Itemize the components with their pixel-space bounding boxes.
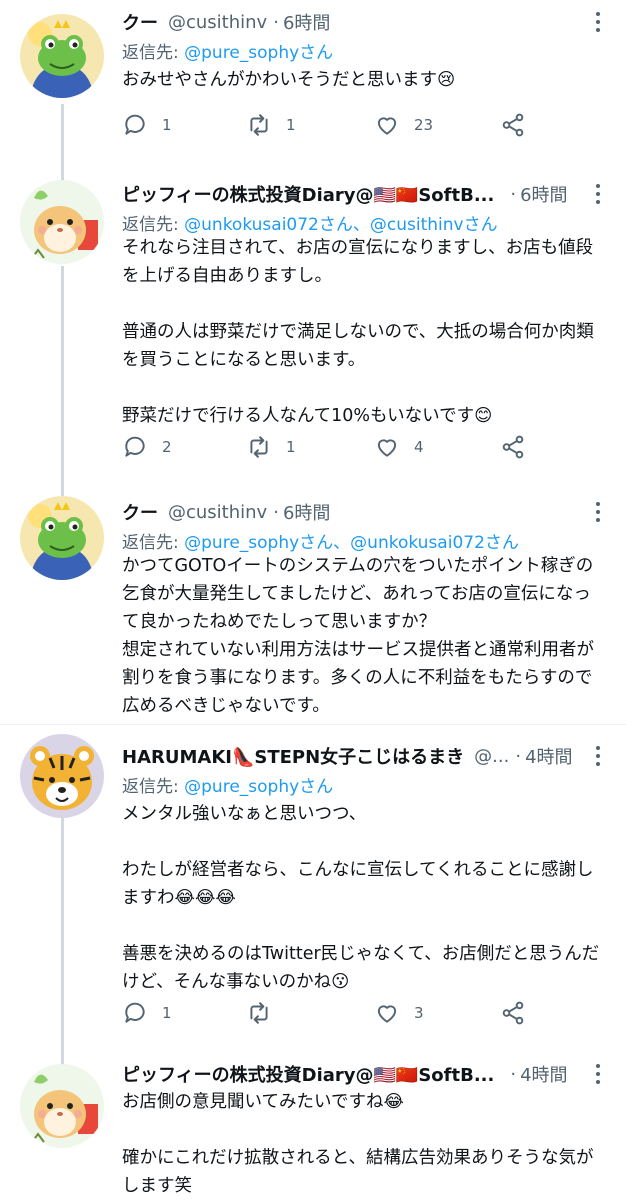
tweet[interactable]: クー @cusithinv · 6時間 返信先: @pure_sophyさん お…	[0, 0, 626, 170]
reply-count: 2	[162, 438, 172, 456]
more-options-icon[interactable]	[592, 182, 604, 206]
reply-prefix: 返信先:	[122, 43, 185, 63]
reply-icon	[125, 1002, 145, 1023]
like-count: 3	[414, 1004, 424, 1022]
hamster-avatar[interactable]	[20, 180, 104, 264]
display-name[interactable]: HARUMAKI👠STEPN女子こじはるまき	[122, 743, 464, 769]
timestamp[interactable]: 4時間	[520, 1061, 567, 1087]
reply-icon	[125, 114, 145, 135]
tweet[interactable]: クー @cusithinv · 6時間 返信先: @pure_sophyさん、@…	[0, 490, 626, 720]
tiger-avatar[interactable]	[20, 734, 104, 818]
conversation-divider	[0, 724, 626, 725]
reply-button[interactable]: 1	[122, 996, 172, 1030]
like-button[interactable]: 4	[374, 430, 424, 464]
reply-prefix: 返信先:	[122, 533, 185, 553]
share-button[interactable]	[500, 108, 540, 142]
display-name[interactable]: ピッフィーの株式投資Diary@🇺🇸🇨🇳SoftB...	[122, 181, 494, 207]
action-bar: 1 3	[122, 996, 532, 1030]
reply-count: 1	[162, 116, 172, 134]
reply-to: 返信先: @unkokusai072さん、@cusithinvさん	[122, 210, 498, 235]
heart-icon	[377, 117, 397, 135]
reply-to: 返信先: @pure_sophyさん	[122, 772, 333, 797]
action-bar: 1 1 23	[122, 108, 532, 142]
display-name[interactable]: ピッフィーの株式投資Diary@🇺🇸🇨🇳SoftB...	[122, 1061, 494, 1087]
tweet[interactable]: ピッフィーの株式投資Diary@🇺🇸🇨🇳SoftB... · 6時間 返信先: …	[0, 172, 626, 482]
timestamp[interactable]: 6時間	[283, 9, 330, 35]
frog-avatar[interactable]	[20, 496, 104, 580]
retweet-button[interactable]: 1	[246, 108, 296, 142]
tweet-text: お店側の意見聞いてみたいですね😂 確かにこれだけ拡散されると、結構広告効果ありそ…	[122, 1092, 594, 1196]
share-button[interactable]	[500, 996, 540, 1030]
separator-dot: ·	[510, 1063, 517, 1085]
reply-icon	[125, 436, 145, 457]
retweet-icon	[250, 114, 268, 136]
display-name[interactable]: クー	[122, 9, 158, 35]
tweet[interactable]: HARUMAKI👠STEPN女子こじはるまき @... · 4時間 返信先: @…	[0, 734, 626, 1044]
frog-avatar[interactable]	[20, 14, 104, 98]
tweet-header: ピッフィーの株式投資Diary@🇺🇸🇨🇳SoftB... · 4時間	[122, 1060, 576, 1088]
reply-button[interactable]: 2	[122, 430, 172, 464]
retweet-button[interactable]: 1	[246, 430, 296, 464]
tweet-text: それなら注目されて、お店の宣伝になりますし、お店も値段を上げる自由ありますし。 …	[122, 238, 594, 426]
more-options-icon[interactable]	[592, 10, 604, 34]
like-button[interactable]: 3	[374, 996, 424, 1030]
separator-dot: ·	[273, 11, 279, 33]
reply-to-links[interactable]: @pure_sophyさん、@unkokusai072さん	[184, 533, 519, 553]
share-icon	[502, 113, 524, 137]
tweet-header: クー @cusithinv · 6時間	[122, 498, 576, 526]
display-name[interactable]: クー	[122, 499, 158, 525]
like-count: 4	[414, 438, 424, 456]
more-options-icon[interactable]	[592, 744, 604, 768]
like-count: 23	[414, 116, 434, 134]
like-button[interactable]: 23	[374, 108, 433, 142]
hamster-avatar[interactable]	[20, 1064, 104, 1148]
timestamp[interactable]: 6時間	[283, 499, 330, 525]
tweet-header: クー @cusithinv · 6時間	[122, 8, 576, 36]
retweet-icon	[250, 436, 268, 458]
heart-icon	[377, 1005, 397, 1023]
user-handle[interactable]: @cusithinv	[168, 502, 267, 523]
action-bar: 2 1 4	[122, 430, 532, 464]
share-button[interactable]	[500, 430, 540, 464]
reply-to: 返信先: @pure_sophyさん、@unkokusai072さん	[122, 528, 519, 553]
user-handle[interactable]: @...	[474, 746, 509, 767]
reply-to-links[interactable]: @unkokusai072さん、@cusithinvさん	[184, 215, 497, 235]
tweet-text: おみせやさんがかわいそうだと思います😢	[122, 70, 456, 90]
reply-to-links[interactable]: @pure_sophyさん	[184, 43, 333, 63]
tweet[interactable]: ピッフィーの株式投資Diary@🇺🇸🇨🇳SoftB... · 4時間 お店側の意…	[0, 1052, 626, 1200]
reply-to-links[interactable]: @pure_sophyさん	[184, 777, 333, 797]
more-options-icon[interactable]	[592, 500, 604, 524]
separator-dot: ·	[515, 745, 522, 767]
tweet-header: ピッフィーの株式投資Diary@🇺🇸🇨🇳SoftB... · 6時間	[122, 180, 576, 208]
reply-to: 返信先: @pure_sophyさん	[122, 38, 333, 63]
heart-icon	[377, 439, 397, 457]
reply-count: 1	[162, 1004, 172, 1022]
timestamp[interactable]: 4時間	[525, 743, 572, 769]
tweet-text: メンタル強いなぁと思いつつ、 わたしが経営者なら、こんなに宣伝してくれることに感…	[122, 804, 600, 992]
tweet-header: HARUMAKI👠STEPN女子こじはるまき @... · 4時間	[122, 742, 576, 770]
separator-dot: ·	[510, 183, 517, 205]
retweet-button[interactable]	[246, 996, 286, 1030]
share-icon	[502, 1001, 524, 1025]
separator-dot: ·	[273, 501, 279, 523]
reply-button[interactable]: 1	[122, 108, 172, 142]
timestamp[interactable]: 6時間	[520, 181, 567, 207]
user-handle[interactable]: @cusithinv	[168, 12, 267, 33]
reply-prefix: 返信先:	[122, 777, 185, 797]
more-options-icon[interactable]	[592, 1062, 604, 1086]
reply-prefix: 返信先:	[122, 215, 185, 235]
retweet-count: 1	[286, 116, 296, 134]
retweet-icon	[250, 1002, 268, 1024]
share-icon	[502, 435, 524, 459]
retweet-count: 1	[286, 438, 296, 456]
tweet-text: かつてGOTOイートのシステムの穴をついたポイント稼ぎの乞食が大量発生してました…	[122, 556, 594, 716]
